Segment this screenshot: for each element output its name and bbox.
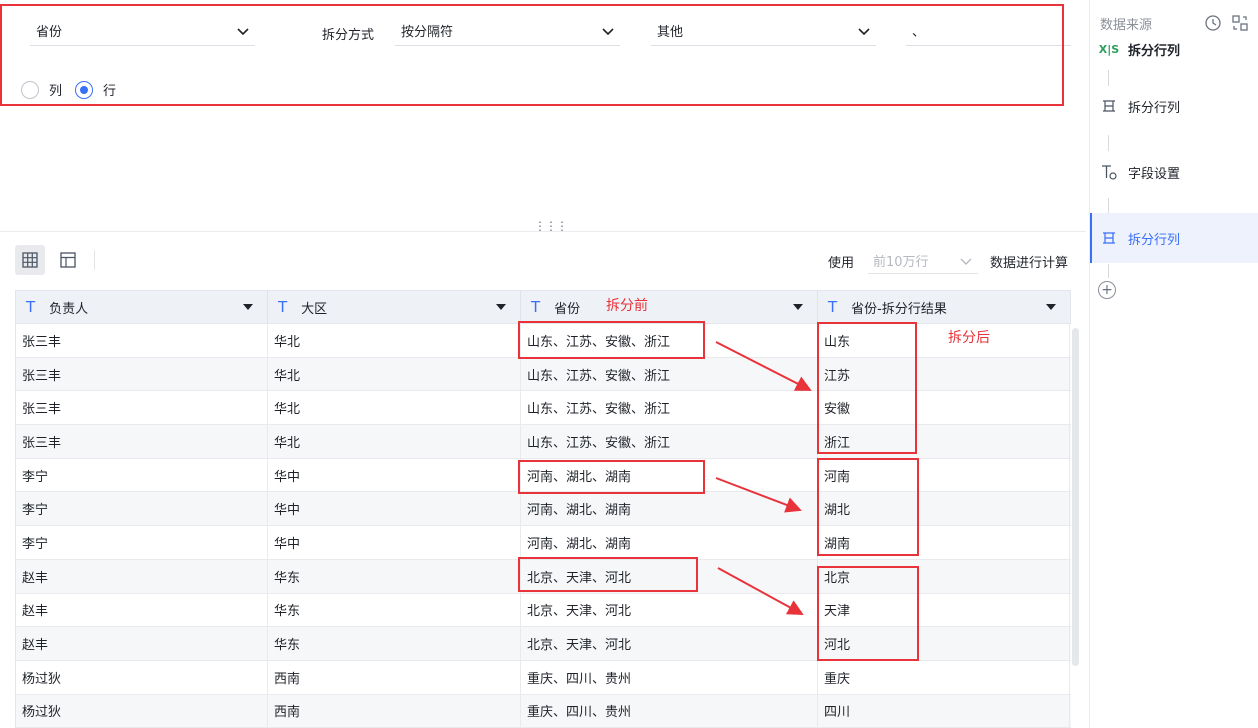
layout-icon [60, 252, 76, 268]
cell-owner: 杨过狄 [16, 694, 268, 728]
cell-province: 北京、天津、河北 [521, 627, 818, 660]
cell-region: 西南 [268, 660, 521, 694]
cell-province: 河南、湖北、湖南 [521, 526, 818, 559]
cell-owner: 李宁 [16, 492, 268, 526]
cell-owner: 张三丰 [16, 425, 268, 458]
flow-connector [1108, 198, 1109, 214]
flow-node-label: 拆分行列 [1128, 100, 1181, 116]
flow-node-field-settings[interactable]: 字段设置 [1090, 147, 1258, 197]
cell-owner: 赵丰 [16, 627, 268, 660]
cell-region: 华中 [268, 492, 521, 526]
flow-node-split-2[interactable]: 拆分行列 [1090, 213, 1258, 263]
flow-node-label: 字段设置 [1128, 166, 1181, 182]
flow-node-source[interactable]: X|S 拆分行列 [1090, 24, 1258, 74]
cell-region: 华北 [268, 391, 521, 425]
field-settings-icon [1102, 165, 1117, 180]
text-type-icon: T [828, 298, 838, 316]
highlight-box-source-3 [518, 557, 698, 592]
cell-owner: 张三丰 [16, 357, 268, 391]
cell-owner: 李宁 [16, 526, 268, 559]
table-header: T 负责人 T 大区 T 省份 T 省份-拆分行结果 [15, 290, 1071, 324]
column-header-owner[interactable]: T 负责人 [16, 291, 268, 323]
split-icon [1103, 100, 1115, 112]
cell-region: 西南 [268, 694, 521, 728]
column-label: 负责人 [49, 301, 89, 317]
flow-node-label: 拆分行列 [1128, 232, 1181, 248]
cell-owner: 赵丰 [16, 559, 268, 593]
caret-down-icon[interactable] [243, 304, 253, 310]
table-row[interactable]: 杨过狄 西南 重庆、四川、贵州 四川 [15, 694, 1071, 728]
split-icon [1103, 232, 1115, 244]
cell-region: 华中 [268, 526, 521, 559]
grid-view-button[interactable] [15, 245, 45, 275]
column-header-split-result[interactable]: T 省份-拆分行结果 [818, 291, 1070, 323]
compute-label: 数据进行计算 [990, 256, 1069, 271]
chevron-down-icon [960, 258, 972, 265]
column-label: 大区 [301, 301, 328, 317]
cell-region: 华中 [268, 458, 521, 492]
flow-sidebar: 数据来源 X|S 拆分行列 拆分行列 字段设置 拆分行列 [1089, 0, 1258, 728]
cell-owner: 张三丰 [16, 324, 268, 357]
highlight-box-result-3 [817, 566, 919, 661]
cell-owner: 赵丰 [16, 593, 268, 627]
column-header-region[interactable]: T 大区 [268, 291, 521, 323]
resize-grip-icon[interactable]: ⋮⋮⋮ [534, 220, 568, 232]
add-step-button[interactable]: + [1098, 281, 1116, 299]
column-label: 省份 [554, 301, 581, 317]
cell-owner: 李宁 [16, 458, 268, 492]
cell-province: 山东、江苏、安徽、浙江 [521, 391, 818, 425]
highlight-box-result-1 [817, 322, 917, 454]
rows-limit-select[interactable]: 前10万行 [868, 248, 978, 274]
flow-connector [1108, 264, 1109, 278]
cell-region: 华东 [268, 559, 521, 593]
config-highlight-box [0, 4, 1064, 106]
text-type-icon: T [26, 298, 36, 316]
annotation-after: 拆分后 [948, 330, 990, 346]
cell-province: 山东、江苏、安徽、浙江 [521, 425, 818, 458]
flow-node-label: 拆分行列 [1128, 43, 1181, 59]
annotation-before: 拆分前 [606, 298, 648, 314]
flow-node-split-1[interactable]: 拆分行列 [1090, 81, 1258, 131]
rows-limit-placeholder: 前10万行 [873, 255, 929, 270]
cell-region: 华北 [268, 357, 521, 391]
cell-province: 重庆、四川、贵州 [521, 660, 818, 694]
xls-icon: X|S [1098, 42, 1120, 56]
split-config-panel: 省份 拆分方式 按分隔符 其他 列 行 [0, 0, 1086, 232]
table-scrollbar[interactable] [1072, 328, 1079, 666]
cell-owner: 杨过狄 [16, 660, 268, 694]
cell-region: 华北 [268, 324, 521, 357]
use-label: 使用 [828, 256, 855, 271]
cell-owner: 张三丰 [16, 391, 268, 425]
toolbar-divider [94, 250, 95, 270]
caret-down-icon[interactable] [793, 304, 803, 310]
cell-split-result: 四川 [818, 694, 1070, 728]
caret-down-icon[interactable] [1046, 304, 1056, 310]
cell-province: 重庆、四川、贵州 [521, 694, 818, 728]
cell-split-result: 重庆 [818, 660, 1070, 694]
column-header-province[interactable]: T 省份 [521, 291, 818, 323]
layout-view-button[interactable] [53, 245, 83, 275]
text-type-icon: T [278, 298, 288, 316]
text-type-icon: T [531, 298, 541, 316]
cell-province: 山东、江苏、安徽、浙江 [521, 357, 818, 391]
add-icon: + [1101, 282, 1113, 298]
caret-down-icon[interactable] [496, 304, 506, 310]
cell-province: 北京、天津、河北 [521, 593, 818, 627]
cell-region: 华东 [268, 593, 521, 627]
column-label: 省份-拆分行结果 [851, 301, 947, 317]
table-row[interactable]: 杨过狄 西南 重庆、四川、贵州 重庆 [15, 660, 1071, 695]
highlight-box-source-1 [518, 321, 705, 359]
cell-region: 华东 [268, 627, 521, 660]
highlight-box-result-2 [817, 458, 919, 556]
highlight-box-source-2 [518, 460, 705, 494]
grid-icon [22, 252, 38, 268]
cell-region: 华北 [268, 425, 521, 458]
cell-province: 河南、湖北、湖南 [521, 492, 818, 526]
